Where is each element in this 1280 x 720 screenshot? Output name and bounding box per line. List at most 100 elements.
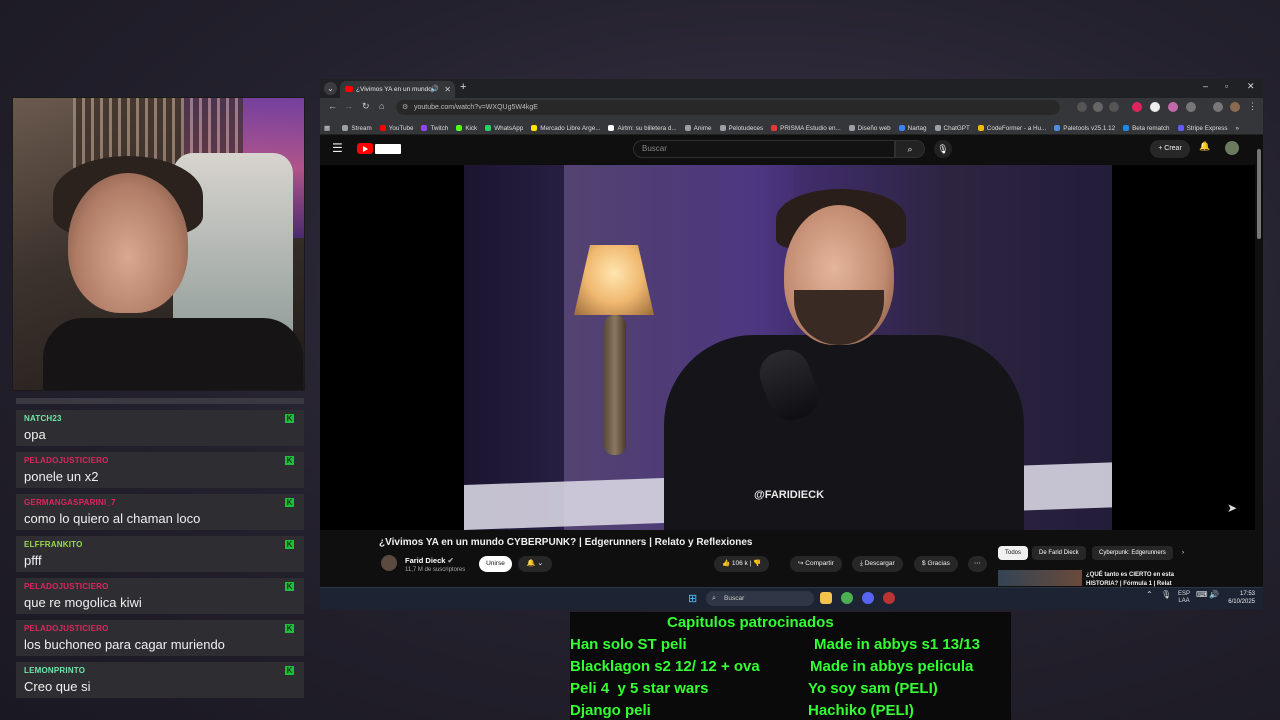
profile-avatar-icon[interactable]: [1230, 102, 1240, 112]
join-button[interactable]: Unirse: [479, 556, 512, 572]
channel-name[interactable]: Farid Dieck ✔: [405, 556, 454, 565]
bookmark-item[interactable]: Stream: [342, 120, 372, 134]
taskbar-clock[interactable]: 17:53 6/10/2025: [1228, 590, 1255, 606]
bookmark-item[interactable]: YouTube: [379, 120, 414, 134]
bookmark-item[interactable]: Airtm: su billetera d...: [608, 120, 677, 134]
close-window-button[interactable]: ✕: [1247, 81, 1255, 92]
video-player[interactable]: @FARIDIECK ➤: [320, 165, 1255, 530]
back-icon[interactable]: ←: [328, 101, 337, 111]
windows-start-icon[interactable]: ⊞: [688, 592, 697, 605]
chip-cyberpunk[interactable]: Cyberpunk: Edgerunners: [1092, 546, 1173, 560]
microphone-icon[interactable]: 🎙: [934, 140, 952, 158]
minimize-button[interactable]: –: [1203, 81, 1208, 91]
stream-chat: NATCH23 opa K PELADOJUSTICIERO ponele un x2 K…: [16, 398, 304, 706]
bookmark-item[interactable]: WhatsApp: [485, 120, 523, 134]
bookmark-item[interactable]: Kick: [456, 120, 477, 134]
file-explorer-icon[interactable]: [820, 592, 832, 604]
forward-icon[interactable]: →: [344, 101, 353, 111]
new-tab-button[interactable]: +: [460, 81, 466, 93]
browser-menu-icon[interactable]: ⋮: [1248, 101, 1257, 112]
bookmark-label: Airtm: su billetera d...: [617, 125, 677, 132]
speaker-icon[interactable]: 🔊: [430, 81, 439, 98]
site-info-icon[interactable]: ⚙: [402, 100, 408, 115]
chip-from-channel[interactable]: De Farid Dieck: [1032, 546, 1086, 560]
overlay-left-line: Peli 4 y 5 star wars: [570, 680, 709, 697]
reload-icon[interactable]: ↻: [362, 101, 370, 112]
bookmark-item[interactable]: Stripe Express: [1177, 120, 1228, 134]
app-icon[interactable]: [883, 592, 895, 604]
bookmark-favicon-icon: [684, 125, 691, 132]
bookmark-item[interactable]: Nartag: [898, 120, 927, 134]
chrome-icon[interactable]: [841, 592, 853, 604]
active-tab[interactable]: ¿Vivimos YA en un mundo 🔊 ✕: [340, 81, 455, 98]
bookmark-item[interactable]: Beta rematch: [1123, 120, 1170, 134]
more-bookmarks-icon[interactable]: »: [1236, 120, 1240, 134]
chat-username[interactable]: PELADOJUSTICIERO: [24, 624, 296, 635]
bookmark-item[interactable]: Paletools v25.1.12: [1054, 120, 1115, 134]
bookmark-item[interactable]: Twitch: [421, 120, 448, 134]
bookmark-item[interactable]: Pelotudeces: [719, 120, 763, 134]
restore-button[interactable]: ▫: [1225, 81, 1228, 91]
youtube-logo[interactable]: [357, 143, 401, 155]
channel-avatar[interactable]: [381, 555, 397, 571]
recommended-thumbnail[interactable]: [998, 570, 1082, 586]
chat-username[interactable]: NATCH23: [24, 414, 296, 425]
notifications-bell-icon[interactable]: 🔔: [1199, 141, 1210, 152]
thumbs-down-icon[interactable]: 👎: [753, 560, 761, 567]
home-icon[interactable]: ⌂: [379, 101, 384, 111]
extension-pink-icon[interactable]: [1168, 102, 1178, 112]
chat-username[interactable]: ELFFRANKITO: [24, 540, 296, 551]
chevron-down-icon: ⌄: [537, 560, 544, 567]
extensions-puzzle-icon[interactable]: [1186, 102, 1196, 112]
thanks-button[interactable]: $ Gracias: [914, 556, 958, 572]
url-text: youtube.com/watch?v=WXQUg5W4kgE: [414, 104, 538, 111]
download-button[interactable]: ⤓ Descargar: [852, 556, 903, 572]
chat-text: que re mogolica kiwi: [24, 595, 142, 610]
microphone-tray-icon[interactable]: 🎙: [1161, 591, 1171, 599]
bookmark-label: YouTube: [388, 125, 414, 132]
share-button[interactable]: ↪ Compartir: [790, 556, 842, 572]
extension-white-icon[interactable]: [1150, 102, 1160, 112]
page-scrollbar[interactable]: [1257, 149, 1261, 239]
chat-username[interactable]: PELADOJUSTICIERO: [24, 582, 296, 593]
discord-icon[interactable]: [862, 592, 874, 604]
kick-badge-icon: K: [285, 540, 294, 549]
chevron-right-icon[interactable]: ›: [1175, 546, 1191, 560]
bookmark-item[interactable]: ChatGPT: [934, 120, 970, 134]
hamburger-menu-icon[interactable]: ☰: [332, 141, 343, 155]
tray-chevron-up-icon[interactable]: ⌃: [1146, 591, 1153, 599]
chat-username[interactable]: PELADOJUSTICIERO: [24, 456, 296, 467]
sidebar-icon[interactable]: [1213, 102, 1223, 112]
star-icon[interactable]: [1109, 102, 1119, 112]
apps-grid-icon[interactable]: ▦: [324, 120, 330, 134]
extension-red-icon[interactable]: [1132, 102, 1142, 112]
bookmark-item[interactable]: Diseño web: [848, 120, 891, 134]
video-frame[interactable]: @FARIDIECK: [464, 165, 1112, 530]
taskbar-search-input[interactable]: ⌕ Buscar: [706, 591, 814, 606]
chat-username[interactable]: GERMANGASPARINI_7: [24, 498, 296, 509]
account-avatar[interactable]: [1225, 141, 1239, 155]
like-button[interactable]: 👍 106 k | 👎: [714, 556, 770, 572]
language-indicator[interactable]: ESP LAA: [1178, 591, 1190, 605]
search-icon[interactable]: ⌕: [895, 140, 925, 158]
chat-username[interactable]: LEMONPRINTO: [24, 666, 296, 677]
subscribe-bell-button[interactable]: 🔔 ⌄: [518, 556, 552, 572]
bookmark-item[interactable]: CodeFormer - a Hu...: [977, 120, 1046, 134]
bookmark-label: Mercado Libre Arge...: [540, 125, 601, 132]
chip-all[interactable]: Todos: [998, 546, 1029, 560]
tab-search-button[interactable]: ⌄: [324, 82, 337, 95]
bookmark-item[interactable]: PRISMA Estudio en...: [771, 120, 841, 134]
create-button[interactable]: + Crear: [1150, 140, 1190, 158]
bookmark-item[interactable]: Anime: [684, 120, 712, 134]
youtube-search-input[interactable]: Buscar: [633, 140, 895, 158]
volume-icon[interactable]: 🔊: [1209, 591, 1219, 599]
bookmark-item[interactable]: Mercado Libre Arge...: [531, 120, 601, 134]
channel-name-text: Farid Dieck: [405, 556, 446, 565]
eye-off-icon[interactable]: [1093, 102, 1103, 112]
url-field[interactable]: ⚙ youtube.com/watch?v=WXQUg5W4kgE: [396, 100, 1060, 115]
chat-message: PELADOJUSTICIERO que re mogolica kiwi K: [16, 578, 304, 614]
cast-icon[interactable]: [1077, 102, 1087, 112]
more-actions-button[interactable]: ⋯: [968, 556, 987, 572]
network-icon[interactable]: ⌨: [1196, 591, 1208, 599]
close-tab-icon[interactable]: ✕: [444, 81, 451, 98]
